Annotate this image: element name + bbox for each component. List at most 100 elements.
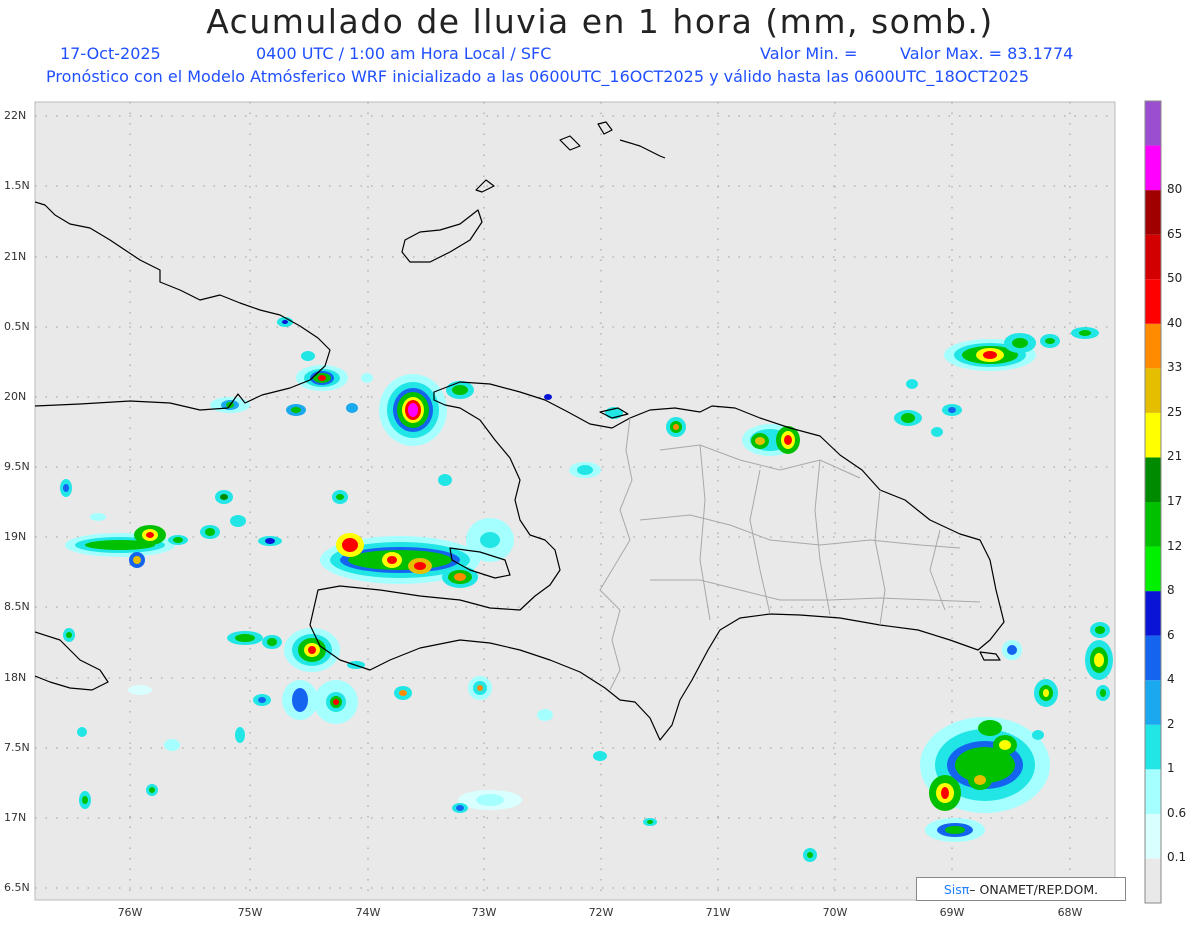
rain-cell — [361, 373, 373, 383]
rain-cell — [235, 727, 245, 743]
colorbar-label: 80 — [1167, 182, 1183, 197]
colorbar-swatch — [1145, 502, 1161, 547]
colorbar-label: 65 — [1167, 226, 1183, 241]
rain-cell — [168, 535, 188, 545]
rain-cell — [925, 818, 985, 842]
colorbar-label: 50 — [1167, 271, 1183, 286]
rain-cell — [906, 379, 918, 389]
colorbar-label: 4 — [1167, 672, 1175, 687]
lat-tick-label: 9.5N — [4, 460, 30, 473]
lat-tick-label: 0.5N — [4, 320, 30, 333]
rain-cell — [379, 374, 447, 446]
lon-tick-label: 70W — [822, 906, 848, 919]
rain-cell — [894, 410, 922, 426]
rain-cell — [164, 739, 180, 751]
rain-cell — [282, 680, 318, 720]
rain-cell — [1002, 640, 1022, 660]
rain-cell — [1085, 640, 1113, 680]
colorbar-swatch — [1145, 145, 1161, 191]
rain-cell — [446, 381, 474, 399]
colorbar-swatch — [1145, 101, 1161, 146]
colorbar-swatch — [1145, 635, 1161, 681]
lon-tick-label: 76W — [117, 906, 143, 919]
rain-cell — [1032, 730, 1044, 740]
rain-cell — [537, 709, 553, 721]
rain-cell — [1004, 333, 1036, 353]
rain-cell — [301, 351, 315, 361]
rain-cell — [978, 720, 1002, 736]
colorbar-label: 6 — [1167, 627, 1175, 642]
rain-cell — [929, 775, 961, 811]
rain-cell — [993, 735, 1017, 755]
rain-cell — [336, 533, 364, 557]
lat-tick-label: 17N — [4, 811, 27, 824]
rain-cell — [314, 680, 358, 724]
rain-cell — [332, 490, 348, 504]
rain-cell — [128, 685, 152, 695]
rain-cell — [215, 490, 233, 504]
colorbar-label: 25 — [1167, 404, 1183, 419]
rain-cell — [593, 751, 607, 761]
rain-cell — [77, 727, 87, 737]
credit-text: – ONAMET/REP.DOM. — [969, 881, 1099, 897]
colorbar-swatch — [1145, 858, 1161, 903]
colorbar — [1144, 100, 1162, 904]
colorbar-swatch — [1145, 412, 1161, 458]
rain-cell — [1034, 679, 1058, 707]
lat-tick-label: 1.5N — [4, 179, 30, 192]
rain-cell — [146, 784, 158, 796]
colorbar-label: 8 — [1167, 583, 1175, 598]
rain-cell — [129, 552, 145, 568]
colorbar-swatch — [1145, 680, 1161, 725]
colorbar-label: 40 — [1167, 315, 1183, 330]
colorbar-swatch — [1145, 591, 1161, 636]
colorbar-swatch — [1145, 368, 1161, 413]
lon-tick-label: 74W — [355, 906, 381, 919]
rain-cell — [346, 403, 358, 413]
colorbar-swatch — [1145, 769, 1161, 814]
lon-tick-label: 69W — [939, 906, 965, 919]
colorbar-swatch — [1145, 724, 1161, 770]
credit-box: Sisπ – ONAMET/REP.DOM. — [916, 877, 1126, 901]
lon-tick-label: 72W — [588, 906, 614, 919]
rain-cell — [666, 417, 686, 437]
rain-cell — [569, 462, 601, 478]
lat-tick-label: 21N — [4, 250, 27, 263]
rain-cell — [468, 676, 492, 700]
rain-cell — [63, 628, 75, 642]
colorbar-swatch — [1145, 457, 1161, 502]
rain-cell — [408, 558, 432, 574]
colorbar-swatch — [1145, 190, 1161, 235]
colorbar-label: 2 — [1167, 716, 1175, 731]
colorbar-swatch — [1145, 813, 1161, 859]
rain-cell — [438, 474, 452, 486]
colorbar-label: 12 — [1167, 538, 1183, 553]
rain-cell — [751, 433, 769, 449]
rain-cell — [452, 803, 468, 813]
colorbar-swatch — [1145, 279, 1161, 324]
rain-cell — [1071, 327, 1099, 339]
rain-cell — [258, 536, 282, 546]
colorbar-label: 1 — [1167, 761, 1175, 776]
lat-tick-label: 8.5N — [4, 600, 30, 613]
lon-tick-label: 75W — [237, 906, 263, 919]
rain-cell — [442, 566, 478, 588]
rain-cell — [1040, 334, 1060, 348]
lat-tick-label: 18N — [4, 671, 27, 684]
rain-cell — [803, 848, 817, 862]
rain-cell — [90, 513, 106, 521]
rain-cell — [253, 694, 271, 706]
rain-cell — [200, 525, 220, 539]
rain-cell — [544, 394, 552, 400]
lat-tick-label: 22N — [4, 109, 27, 122]
lat-tick-label: 7.5N — [4, 741, 30, 754]
colorbar-label: 0.6 — [1167, 805, 1187, 820]
lat-tick-label: 6.5N — [4, 881, 30, 894]
lon-tick-label: 73W — [471, 906, 497, 919]
rain-cell — [942, 404, 962, 416]
colorbar-label: 17 — [1167, 494, 1183, 508]
colorbar-label: 21 — [1167, 449, 1183, 464]
rain-cell — [227, 631, 263, 645]
lon-tick-label: 68W — [1057, 906, 1083, 919]
rain-cell — [79, 791, 91, 809]
